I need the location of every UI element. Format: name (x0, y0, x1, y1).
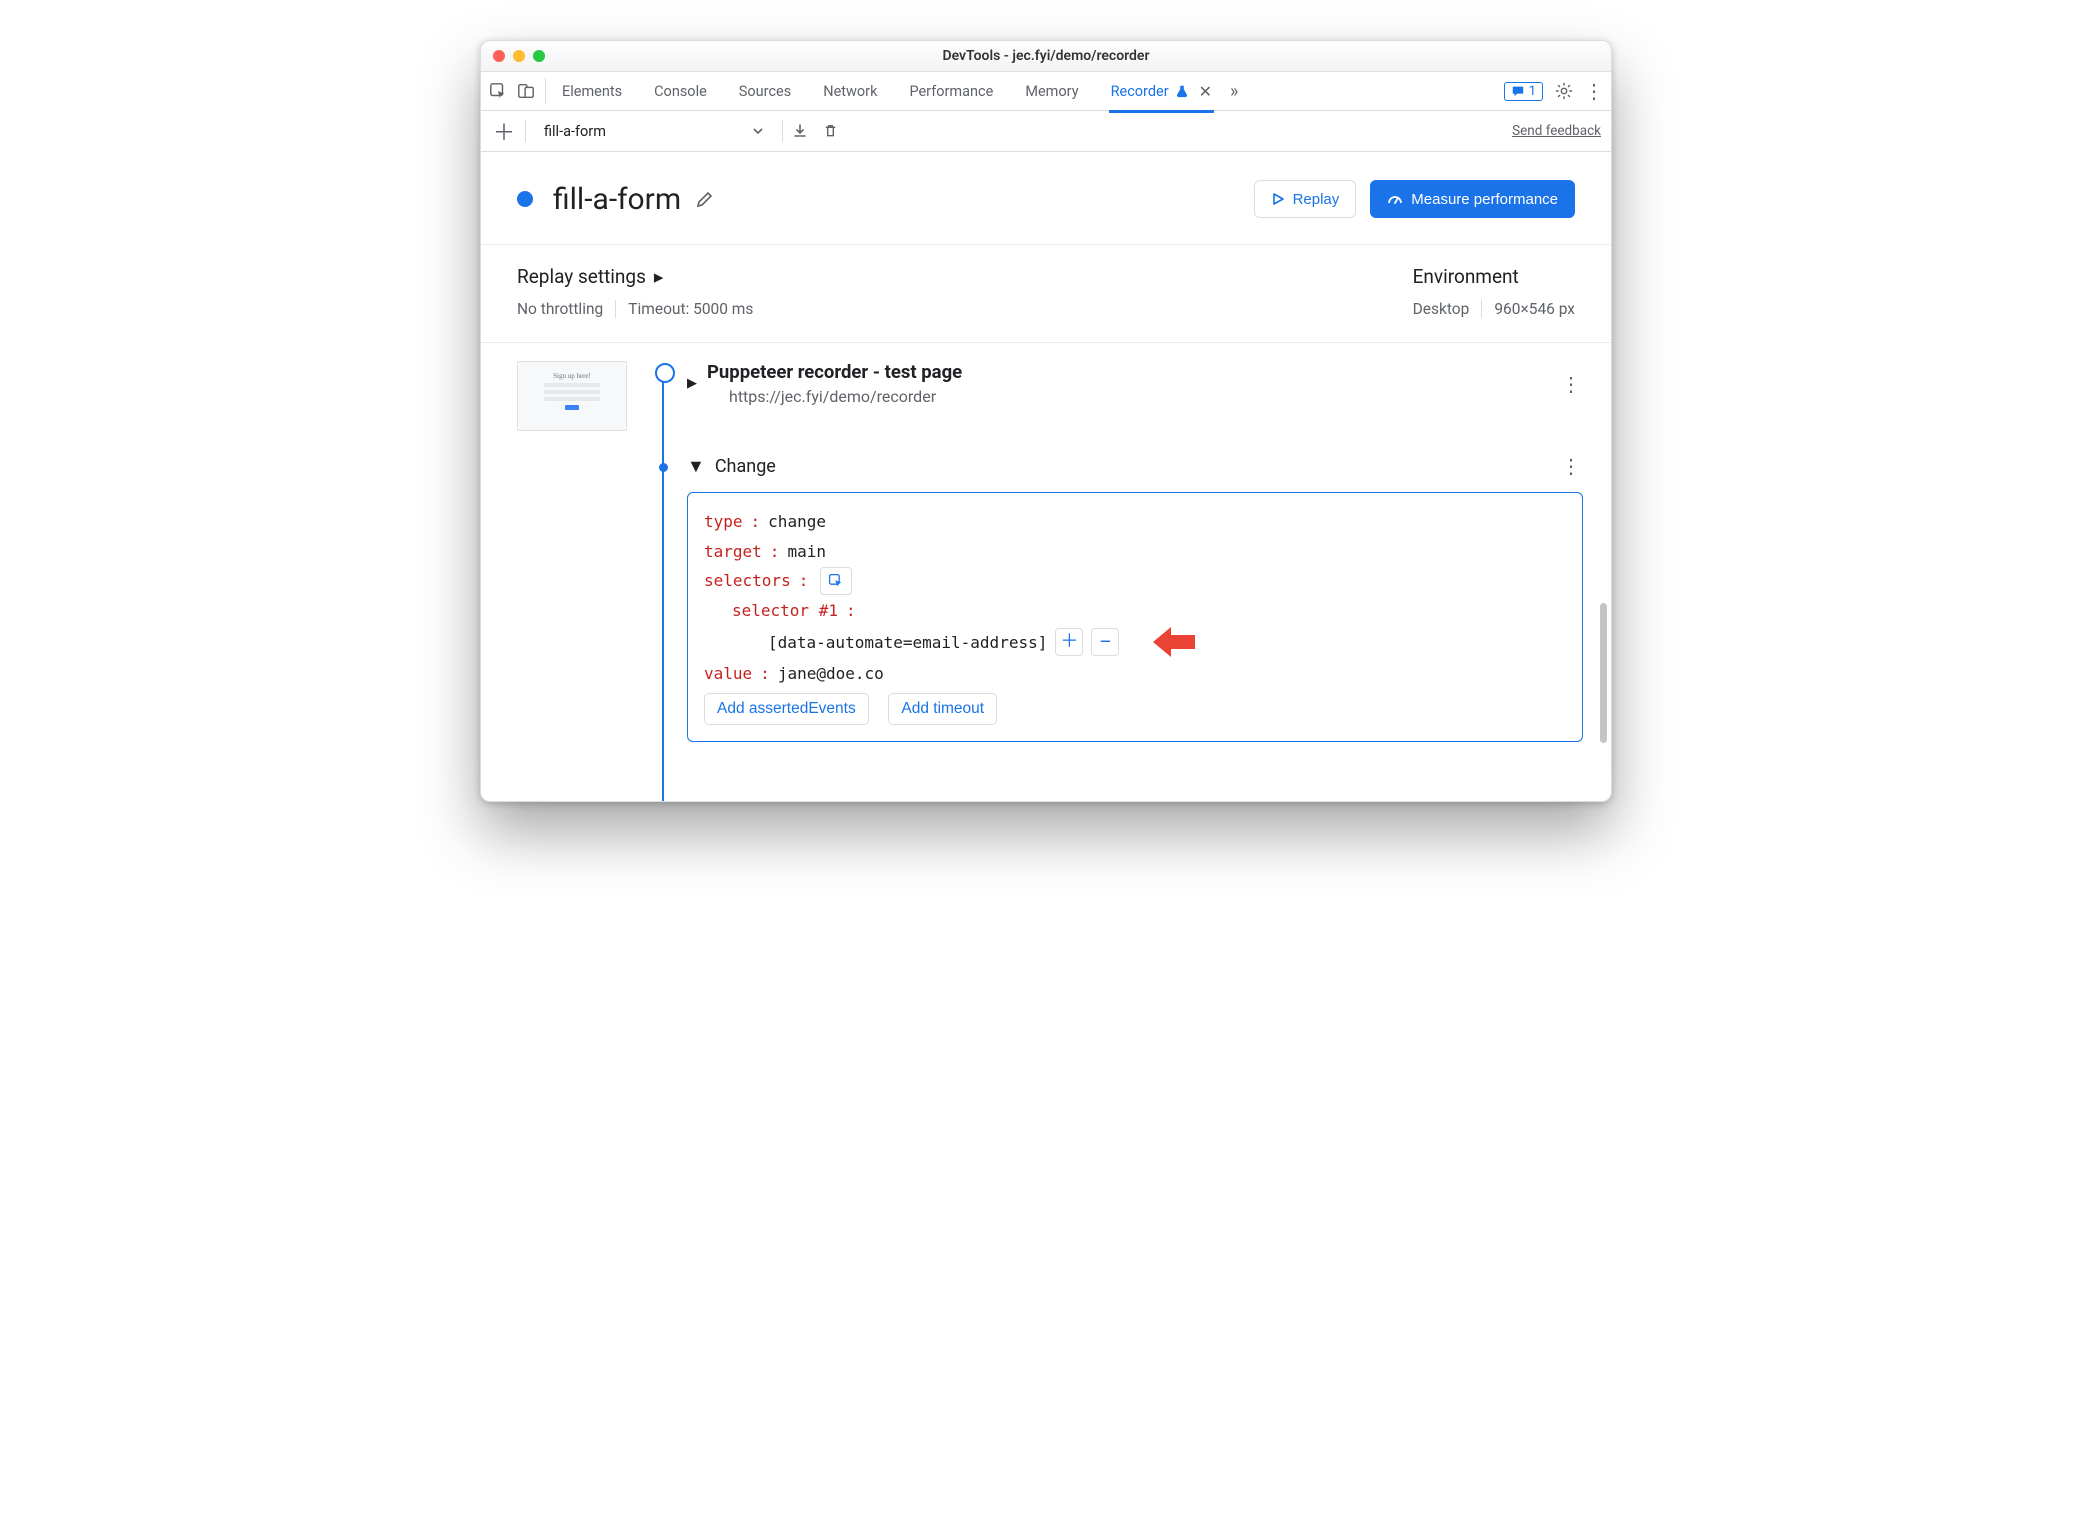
recording-selector[interactable]: fill-a-form (544, 123, 764, 140)
viewport-value: 960×546 px (1494, 300, 1575, 318)
mac-titlebar: DevTools - jec.fyi/demo/recorder (481, 41, 1611, 72)
window-minimize-button[interactable] (513, 50, 525, 62)
step-change-label: Change (715, 456, 776, 477)
experiment-flask-icon (1175, 84, 1189, 98)
kebab-menu-icon[interactable]: ⋮ (1585, 82, 1603, 100)
settings-gear-icon[interactable] (1555, 82, 1573, 100)
tab-memory[interactable]: Memory (1023, 72, 1080, 113)
edit-title-icon[interactable] (695, 189, 715, 209)
send-feedback-link[interactable]: Send feedback (1512, 123, 1601, 139)
traffic-lights (493, 50, 545, 62)
issues-chip[interactable]: 1 (1504, 82, 1543, 101)
timeline-axis (653, 361, 673, 791)
step-actions-menu[interactable]: ⋮ (1561, 454, 1601, 478)
timeline: Sign up here! ▶ Puppeteer recorder - tes… (481, 343, 1611, 801)
device-value: Desktop (1413, 300, 1470, 318)
recording-title: fill-a-form (553, 182, 681, 217)
recorder-toolbar: ＋ fill-a-form Send feedback (481, 111, 1611, 152)
tab-network[interactable]: Network (821, 72, 879, 113)
add-asserted-events-button[interactable]: Add assertedEvents (704, 693, 869, 725)
prop-type-value[interactable]: change (768, 507, 826, 537)
step-start[interactable]: ▶ Puppeteer recorder - test page https:/… (687, 361, 1601, 406)
tab-console[interactable]: Console (652, 72, 709, 113)
devtools-window: DevTools - jec.fyi/demo/recorder Element… (480, 40, 1612, 802)
throttling-value: No throttling (517, 300, 603, 318)
window-fullscreen-button[interactable] (533, 50, 545, 62)
close-tab-icon[interactable]: ✕ (1199, 82, 1212, 101)
step-detail-box: type: change target: main selectors: sel… (687, 492, 1583, 742)
timeline-step-node (659, 463, 668, 472)
selector-picker-button[interactable] (820, 567, 852, 595)
gauge-icon (1387, 191, 1403, 207)
measure-performance-button[interactable]: Measure performance (1370, 180, 1575, 218)
step-actions-menu[interactable]: ⋮ (1561, 372, 1601, 396)
environment-heading: Environment (1413, 265, 1519, 288)
add-selector-button[interactable]: ＋ (1055, 628, 1083, 656)
timeline-start-node (655, 363, 675, 383)
recording-selector-value: fill-a-form (544, 123, 606, 140)
replay-settings-toggle[interactable]: Replay settings ▸ (517, 265, 753, 288)
replay-env-settings: Replay settings ▸ No throttling Timeout:… (481, 245, 1611, 343)
caret-right-icon: ▸ (654, 265, 664, 288)
scrollbar-thumb[interactable] (1600, 603, 1607, 743)
recording-status-dot (517, 191, 533, 207)
tab-performance[interactable]: Performance (907, 72, 995, 113)
prop-target-value[interactable]: main (787, 537, 826, 567)
step-thumbnail[interactable]: Sign up here! (517, 361, 627, 431)
steps-column: ▶ Puppeteer recorder - test page https:/… (687, 361, 1601, 791)
add-timeout-button[interactable]: Add timeout (888, 693, 997, 725)
start-step-url: https://jec.fyi/demo/recorder (729, 387, 1551, 406)
play-icon (1271, 192, 1285, 206)
delete-icon[interactable] (821, 122, 839, 140)
prop-value-key: value (704, 659, 752, 689)
remove-selector-button[interactable]: − (1091, 628, 1119, 656)
inspect-element-icon[interactable] (489, 82, 507, 100)
step-change-header[interactable]: ▼ Change ⋮ (687, 454, 1601, 478)
prop-selectors-key: selectors (704, 566, 791, 596)
tab-sources[interactable]: Sources (737, 72, 793, 113)
devtools-tabs-bar: Elements Console Sources Network Perform… (481, 72, 1611, 111)
window-title: DevTools - jec.fyi/demo/recorder (493, 48, 1599, 64)
caret-down-icon: ▼ (687, 456, 705, 477)
caret-right-icon: ▶ (687, 376, 697, 391)
prop-value-value[interactable]: jane@doe.co (778, 659, 884, 689)
start-step-title: Puppeteer recorder - test page (707, 361, 1551, 383)
prop-type-key: type (704, 507, 743, 537)
issues-count: 1 (1529, 84, 1536, 99)
tab-elements[interactable]: Elements (560, 72, 624, 113)
new-recording-button[interactable]: ＋ (491, 115, 517, 147)
chat-icon (1511, 84, 1525, 98)
prop-target-key: target (704, 537, 762, 567)
chevron-down-icon (752, 125, 764, 137)
tab-recorder[interactable]: Recorder ✕ (1109, 72, 1214, 113)
prop-selector-1-value[interactable]: [data-automate=email-address] (768, 628, 1047, 658)
window-close-button[interactable] (493, 50, 505, 62)
more-tabs-button[interactable]: » (1230, 81, 1238, 102)
prop-selector-1-key: selector #1 (732, 596, 838, 626)
replay-button[interactable]: Replay (1254, 180, 1357, 218)
tab-list: Elements Console Sources Network Perform… (560, 72, 1214, 110)
device-mode-icon[interactable] (517, 82, 535, 100)
timeout-value: Timeout: 5000 ms (628, 300, 753, 318)
export-icon[interactable] (791, 122, 809, 140)
recording-header: fill-a-form Replay Measure performance (481, 152, 1611, 245)
pointer-arrow-icon (1151, 625, 1195, 659)
